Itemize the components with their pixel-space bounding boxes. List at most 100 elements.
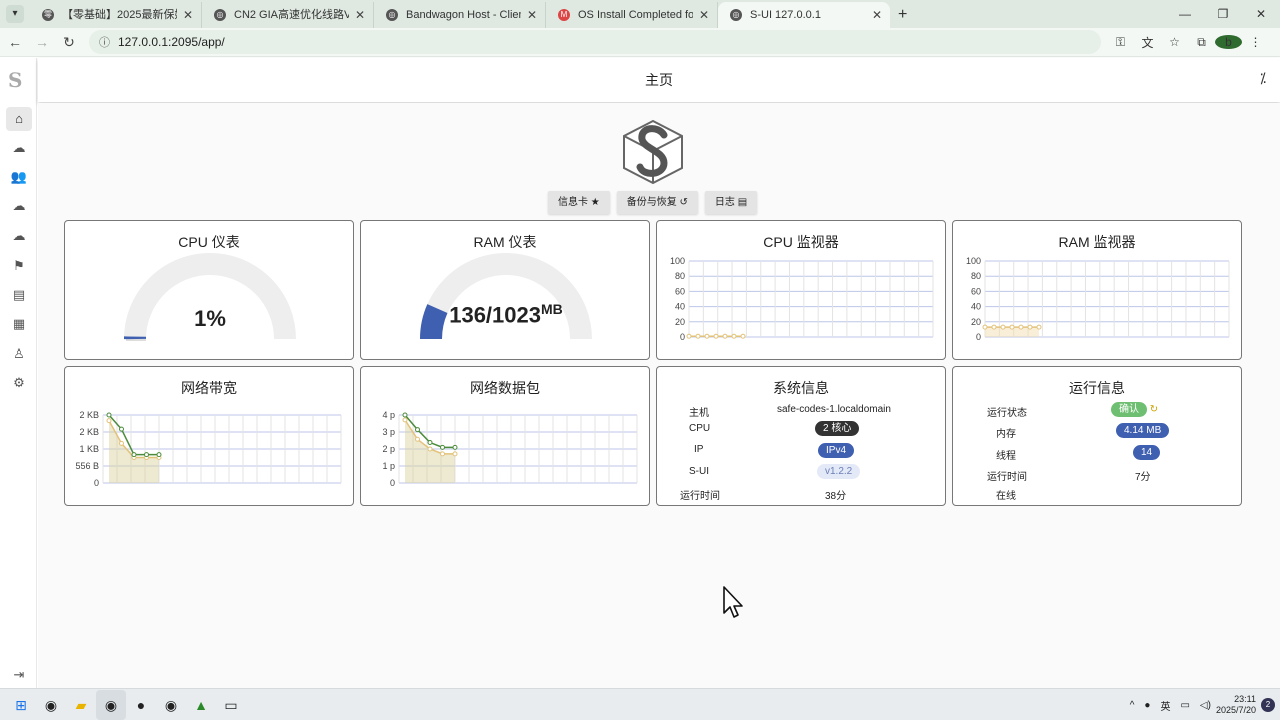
browser-tab-5-active[interactable]: ◎S-UI 127.0.0.1✕ xyxy=(718,2,890,28)
sui-label: S-UI xyxy=(689,466,709,477)
info-card-button[interactable]: 信息卡 ★ xyxy=(548,191,610,214)
minimize-icon[interactable]: — xyxy=(1166,0,1204,28)
ram-monitor-chart: 100806040200 xyxy=(953,257,1243,357)
home-icon: ⌂ xyxy=(15,111,23,126)
data-point xyxy=(403,418,407,422)
bookmark-star-icon[interactable]: ☆ xyxy=(1161,35,1188,49)
ime-indicator[interactable]: 英 xyxy=(1160,698,1170,713)
tray-app-icon[interactable]: ● xyxy=(1144,700,1150,711)
sidebar-item-admins[interactable]: ♙ xyxy=(6,342,32,366)
sidebar-item-outbounds[interactable]: ☁ xyxy=(6,194,32,218)
sidebar-item-tls[interactable]: ▤ xyxy=(6,283,32,307)
logs-button[interactable]: 日志 ▤ xyxy=(705,191,757,214)
terminal-taskbar-icon[interactable]: ▭ xyxy=(216,690,246,720)
cloud-upload-icon: ☁ xyxy=(13,198,26,213)
sidebar-item-inbounds[interactable]: ☁ xyxy=(6,136,32,160)
url-field[interactable]: ⓘ 127.0.0.1:2095/app/ xyxy=(89,30,1101,54)
folder-taskbar-icon[interactable]: ▰ xyxy=(66,690,96,720)
browser-menu-icon[interactable]: ⋮ xyxy=(1242,35,1269,49)
translate-icon[interactable]: 文 xyxy=(1134,34,1161,51)
profile-initial: b xyxy=(1215,35,1242,49)
close-tab-icon[interactable]: ✕ xyxy=(183,2,193,28)
browser-tab-3[interactable]: ◎Bandwagon Host - Client Ar✕ xyxy=(374,2,546,28)
volume-icon[interactable]: ◁) xyxy=(1200,700,1211,711)
close-tab-icon[interactable]: ✕ xyxy=(355,2,365,28)
data-point xyxy=(120,441,124,445)
cpu-label: CPU xyxy=(689,423,710,434)
reload-icon[interactable]: ↻ xyxy=(57,34,81,51)
axis-tick-label: 2 KB xyxy=(79,427,99,437)
admin-user-icon: ♙ xyxy=(13,346,25,361)
profile-avatar[interactable]: b xyxy=(1215,35,1242,49)
tab-title: CN2 GIA高速优化线路VPS xyxy=(234,2,349,28)
globe-favicon-icon: ◎ xyxy=(730,9,742,21)
browser-tab-1[interactable]: 零【零基础】2025最新保姆级纯✕ xyxy=(30,2,202,28)
restore-icon[interactable]: ❐ xyxy=(1204,0,1242,28)
data-point xyxy=(723,334,727,338)
network-icon[interactable]: ▭ xyxy=(1180,700,1189,711)
axis-tick-label: 20 xyxy=(675,317,685,327)
sidebar-item-home[interactable]: ⌂ xyxy=(6,107,32,131)
cpu-monitor-card: CPU 监视器 100806040200 xyxy=(656,220,946,360)
uptime-value: 38分 xyxy=(825,487,846,502)
axis-tick-label: 556 B xyxy=(75,461,99,471)
clock[interactable]: 23:112025/7/20 xyxy=(1216,694,1256,716)
cpu-monitor-chart: 100806040200 xyxy=(657,257,947,357)
new-tab-button[interactable]: + xyxy=(890,2,915,28)
browser-tab-2[interactable]: ◎CN2 GIA高速优化线路VPS✕ xyxy=(202,2,374,28)
restart-icon[interactable]: ↻ xyxy=(1150,404,1158,415)
chrome-taskbar-icon[interactable]: ◉ xyxy=(36,690,66,720)
host-label: 主机 xyxy=(689,404,709,419)
close-tab-icon[interactable]: ✕ xyxy=(527,2,537,28)
site-info-icon[interactable]: ⓘ xyxy=(99,34,110,50)
axis-tick-label: 4 p xyxy=(382,410,395,420)
ram-gauge-unit: MB xyxy=(541,301,563,317)
runtime-info-card: 运行信息 运行状态 确认 ↻ 内存 4.14 MB 线程 14 运行时间 7分 … xyxy=(952,366,1242,506)
backup-restore-button[interactable]: 备份与恢复 ↺ xyxy=(617,191,698,214)
password-key-icon[interactable]: ⚿ xyxy=(1107,35,1134,50)
extensions-icon[interactable]: ⧉ xyxy=(1188,35,1215,50)
history-icon: ↺ xyxy=(680,197,688,208)
notification-badge[interactable]: 2 xyxy=(1261,698,1275,712)
app-taskbar-icon[interactable]: ▲ xyxy=(186,690,216,720)
tab-search-button[interactable]: ▾ xyxy=(6,5,24,23)
info-card-label: 信息卡 xyxy=(558,197,588,208)
cpu-gauge xyxy=(65,249,355,359)
data-point xyxy=(416,437,420,441)
obs-taskbar-icon[interactable]: ● xyxy=(126,690,156,720)
log-list-icon: ▤ xyxy=(738,197,747,208)
sidebar-item-settings[interactable]: ⚙ xyxy=(6,371,32,395)
chrome-active-taskbar-icon[interactable]: ◉ xyxy=(96,690,126,720)
back-icon[interactable]: ← xyxy=(3,34,27,50)
axis-tick-label: 100 xyxy=(966,257,981,266)
s-ui-logo-icon[interactable]: S xyxy=(8,68,22,92)
chrome-alt-taskbar-icon[interactable]: ◉ xyxy=(156,690,186,720)
sidebar-item-rules[interactable]: ⚑ xyxy=(6,254,32,278)
windows-start-icon[interactable]: ⊞ xyxy=(6,690,36,720)
browser-tab-4[interactable]: MOS Install Completed for VM✕ xyxy=(546,2,718,28)
axis-tick-label: 1 KB xyxy=(79,444,99,454)
axis-tick-label: 40 xyxy=(971,302,981,312)
axis-tick-label: 2 p xyxy=(382,444,395,454)
certificate-icon: ▤ xyxy=(13,287,25,302)
sidebar-item-services[interactable]: ▦ xyxy=(6,312,32,336)
data-point xyxy=(705,334,709,338)
tray-chevron-icon[interactable]: ^ xyxy=(1130,700,1135,711)
axis-tick-label: 80 xyxy=(971,271,981,281)
sidebar-item-clients[interactable]: 👥 xyxy=(6,165,32,189)
sidebar-item-endpoints[interactable]: ☁ xyxy=(6,224,32,248)
data-point xyxy=(120,427,124,431)
axis-tick-label: 20 xyxy=(971,317,981,327)
theme-toggle-icon[interactable]: ⁒ xyxy=(1260,70,1266,87)
close-tab-icon[interactable]: ✕ xyxy=(699,2,709,28)
uptime-value: 7分 xyxy=(1135,468,1151,483)
s-ui-cube-logo-icon xyxy=(618,117,688,187)
close-window-icon[interactable]: ✕ xyxy=(1242,0,1280,28)
close-tab-icon[interactable]: ✕ xyxy=(872,2,882,28)
axis-tick-label: 0 xyxy=(976,332,981,342)
logout-button[interactable]: ⇥ xyxy=(6,663,32,687)
tab-title: 【零基础】2025最新保姆级纯 xyxy=(62,2,177,28)
data-point xyxy=(403,413,407,417)
forward-icon[interactable]: → xyxy=(30,34,54,50)
gear-icon: ⚙ xyxy=(13,375,25,390)
